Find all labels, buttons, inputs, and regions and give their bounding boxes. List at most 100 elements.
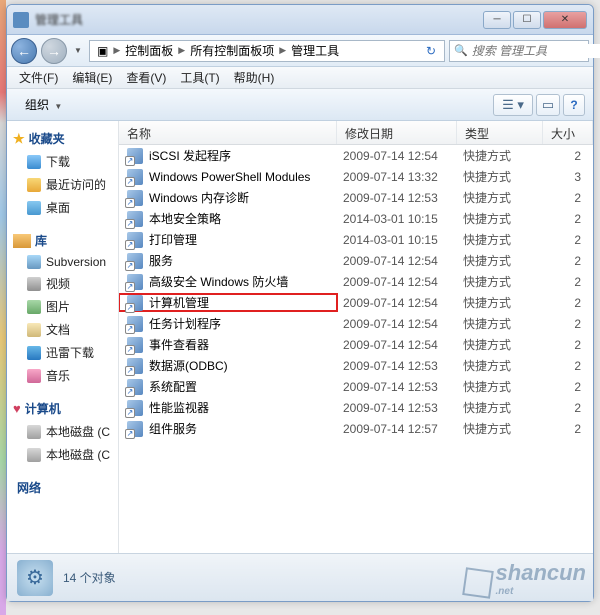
breadcrumb-item[interactable]: 控制面板 xyxy=(122,42,176,59)
shortcut-icon xyxy=(127,148,143,164)
file-date: 2009-07-14 12:53 xyxy=(337,191,457,205)
file-row[interactable]: 系统配置2009-07-14 12:53快捷方式2 xyxy=(119,376,593,397)
maximize-button[interactable]: ☐ xyxy=(513,11,541,29)
sidebar-item-drive-c2[interactable]: 本地磁盘 (C xyxy=(7,443,118,466)
search-icon: 🔍 xyxy=(454,44,468,57)
explorer-window: 管理工具 ─ ☐ ✕ ← → ▼ ▣ ▶ 控制面板 ▶ 所有控制面板项 ▶ 管理… xyxy=(6,4,594,602)
help-button[interactable]: ? xyxy=(563,94,585,116)
file-row[interactable]: 组件服务2009-07-14 12:57快捷方式2 xyxy=(119,418,593,439)
column-type[interactable]: 类型 xyxy=(457,121,543,144)
breadcrumb-item[interactable]: 管理工具 xyxy=(288,42,342,59)
file-size: 2 xyxy=(543,212,593,226)
sidebar-item-thunder[interactable]: 迅雷下载 xyxy=(7,341,118,364)
view-mode-button[interactable]: ☰ ▾ xyxy=(493,94,533,116)
shortcut-icon xyxy=(127,379,143,395)
menu-edit[interactable]: 编辑(E) xyxy=(66,67,118,88)
folder-icon xyxy=(27,255,41,269)
column-name[interactable]: 名称 xyxy=(119,121,337,144)
file-type: 快捷方式 xyxy=(457,147,543,164)
file-row[interactable]: 本地安全策略2014-03-01 10:15快捷方式2 xyxy=(119,208,593,229)
preview-pane-button[interactable]: ▭ xyxy=(536,94,560,116)
sidebar-item-desktop[interactable]: 桌面 xyxy=(7,196,118,219)
breadcrumb-item[interactable]: 所有控制面板项 xyxy=(187,42,277,59)
file-date: 2009-07-14 12:53 xyxy=(337,401,457,415)
file-name: 本地安全策略 xyxy=(149,210,221,227)
forward-button[interactable]: → xyxy=(41,38,67,64)
breadcrumb[interactable]: ▣ ▶ 控制面板 ▶ 所有控制面板项 ▶ 管理工具 ↻ xyxy=(89,40,445,62)
shortcut-icon xyxy=(127,421,143,437)
file-row[interactable]: 服务2009-07-14 12:54快捷方式2 xyxy=(119,250,593,271)
file-name: 系统配置 xyxy=(149,378,197,395)
sidebar-item-drive-c[interactable]: 本地磁盘 (C xyxy=(7,420,118,443)
refresh-button[interactable]: ↻ xyxy=(422,44,440,58)
sidebar-item-recent[interactable]: 最近访问的 xyxy=(7,173,118,196)
sidebar-network-header[interactable]: 网络 xyxy=(7,476,118,499)
sidebar-item-subversion[interactable]: Subversion xyxy=(7,252,118,272)
close-button[interactable]: ✕ xyxy=(543,11,587,29)
menubar: 文件(F) 编辑(E) 查看(V) 工具(T) 帮助(H) xyxy=(7,67,593,89)
file-row[interactable]: 数据源(ODBC)2009-07-14 12:53快捷方式2 xyxy=(119,355,593,376)
file-row[interactable]: iSCSI 发起程序2009-07-14 12:54快捷方式2 xyxy=(119,145,593,166)
sidebar-item-downloads[interactable]: 下载 xyxy=(7,150,118,173)
file-date: 2009-07-14 12:54 xyxy=(337,338,457,352)
menu-view[interactable]: 查看(V) xyxy=(120,67,172,88)
sidebar-computer-header[interactable]: ♥ 计算机 xyxy=(7,397,118,420)
file-size: 2 xyxy=(543,275,593,289)
music-icon xyxy=(27,369,41,383)
back-button[interactable]: ← xyxy=(11,38,37,64)
sidebar-item-videos[interactable]: 视频 xyxy=(7,272,118,295)
body: ★ 收藏夹 下载 最近访问的 桌面 库 Subversion 视频 图片 文档 … xyxy=(7,121,593,553)
file-row[interactable]: 高级安全 Windows 防火墙2009-07-14 12:54快捷方式2 xyxy=(119,271,593,292)
file-name: 数据源(ODBC) xyxy=(149,357,228,374)
file-type: 快捷方式 xyxy=(457,189,543,206)
file-row[interactable]: 事件查看器2009-07-14 12:54快捷方式2 xyxy=(119,334,593,355)
breadcrumb-icon[interactable]: ▣ xyxy=(94,44,111,58)
file-type: 快捷方式 xyxy=(457,273,543,290)
search-box[interactable]: 🔍 xyxy=(449,40,589,62)
column-headers: 名称 修改日期 类型 大小 xyxy=(119,121,593,145)
file-list[interactable]: iSCSI 发起程序2009-07-14 12:54快捷方式2Windows P… xyxy=(119,145,593,553)
sidebar-favorites-header[interactable]: ★ 收藏夹 xyxy=(7,127,118,150)
chevron-right-icon: ▶ xyxy=(178,45,185,56)
file-type: 快捷方式 xyxy=(457,231,543,248)
item-count: 14 个对象 xyxy=(63,569,116,586)
sidebar-libraries-header[interactable]: 库 xyxy=(7,229,118,252)
file-row[interactable]: 计算机管理2009-07-14 12:54快捷方式2 xyxy=(119,292,593,313)
heart-icon: ♥ xyxy=(13,401,21,416)
watermark: shancun.net xyxy=(464,560,586,597)
file-row[interactable]: Windows 内存诊断 2009-07-14 12:53快捷方式2 xyxy=(119,187,593,208)
titlebar[interactable]: 管理工具 ─ ☐ ✕ xyxy=(7,5,593,35)
shortcut-icon xyxy=(127,358,143,374)
shortcut-icon xyxy=(127,295,143,311)
sidebar-item-music[interactable]: 音乐 xyxy=(7,364,118,387)
shortcut-icon xyxy=(127,400,143,416)
star-icon: ★ xyxy=(13,131,25,147)
minimize-button[interactable]: ─ xyxy=(483,11,511,29)
chevron-right-icon: ▶ xyxy=(279,45,286,56)
file-date: 2009-07-14 12:54 xyxy=(337,254,457,268)
file-name: 性能监视器 xyxy=(149,399,209,416)
file-row[interactable]: 任务计划程序2009-07-14 12:54快捷方式2 xyxy=(119,313,593,334)
sidebar-item-pictures[interactable]: 图片 xyxy=(7,295,118,318)
menu-help[interactable]: 帮助(H) xyxy=(228,67,281,88)
window-controls: ─ ☐ ✕ xyxy=(483,11,587,29)
file-row[interactable]: 性能监视器2009-07-14 12:53快捷方式2 xyxy=(119,397,593,418)
column-date[interactable]: 修改日期 xyxy=(337,121,457,144)
file-type: 快捷方式 xyxy=(457,357,543,374)
toolbar: 组织 ▼ ☰ ▾ ▭ ? xyxy=(7,89,593,121)
menu-file[interactable]: 文件(F) xyxy=(13,67,64,88)
navigation-pane[interactable]: ★ 收藏夹 下载 最近访问的 桌面 库 Subversion 视频 图片 文档 … xyxy=(7,121,119,553)
chevron-down-icon: ▼ xyxy=(54,102,62,111)
menu-tools[interactable]: 工具(T) xyxy=(174,67,225,88)
file-row[interactable]: 打印管理2014-03-01 10:15快捷方式2 xyxy=(119,229,593,250)
file-size: 2 xyxy=(543,191,593,205)
column-size[interactable]: 大小 xyxy=(543,121,593,144)
app-icon xyxy=(13,12,29,28)
file-name: Windows 内存诊断 xyxy=(149,189,249,206)
history-dropdown[interactable]: ▼ xyxy=(71,41,85,61)
organize-button[interactable]: 组织 ▼ xyxy=(15,93,72,116)
search-input[interactable] xyxy=(472,44,600,58)
sidebar-item-documents[interactable]: 文档 xyxy=(7,318,118,341)
file-row[interactable]: Windows PowerShell Modules2009-07-14 13:… xyxy=(119,166,593,187)
shortcut-icon xyxy=(127,316,143,332)
